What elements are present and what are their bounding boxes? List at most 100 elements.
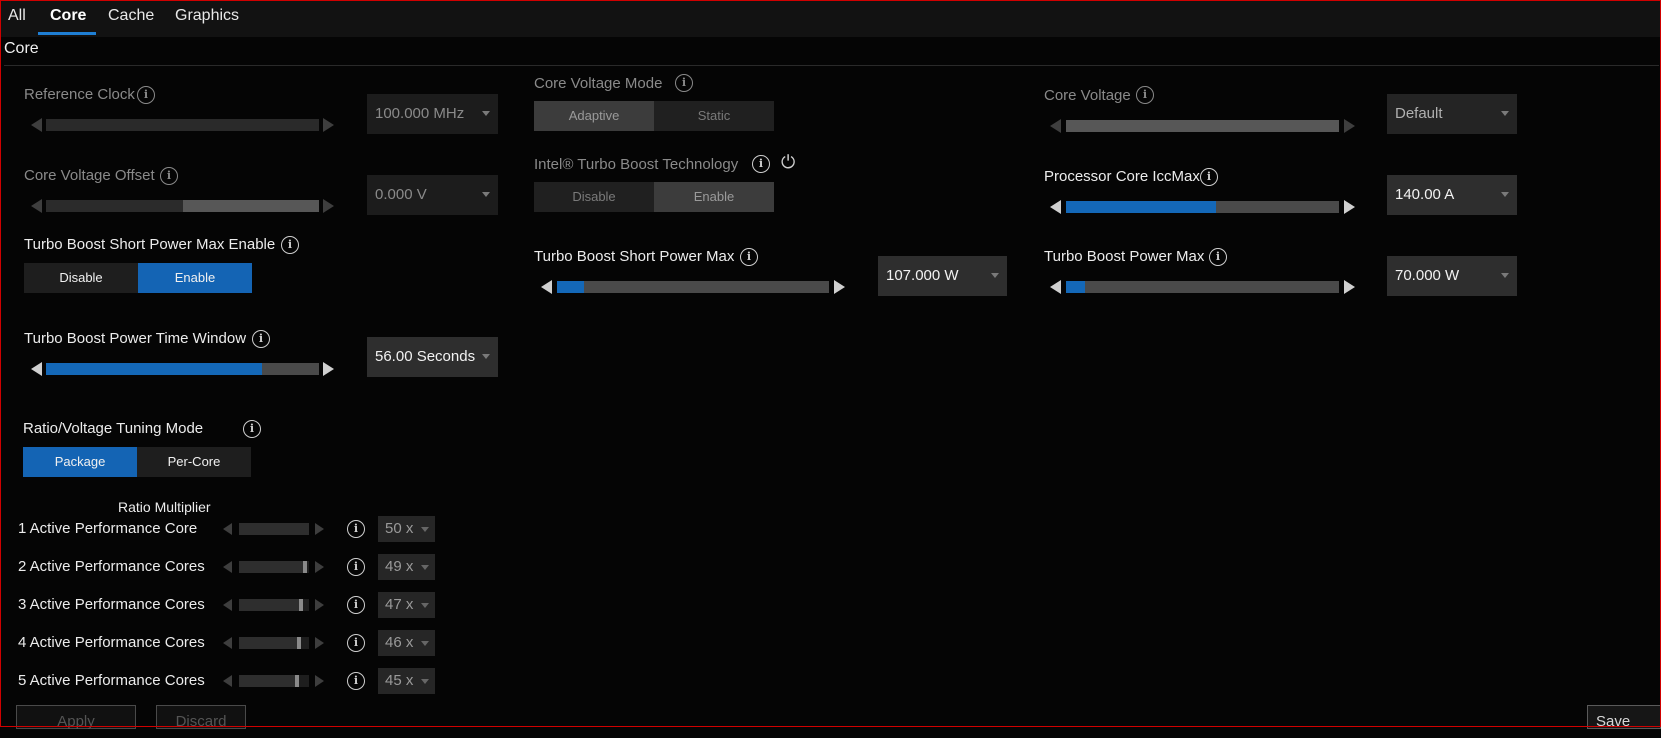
turbo-boost-technology-info-icon[interactable]: i	[752, 155, 770, 173]
ratio-slider[interactable]	[239, 523, 309, 535]
ratio-dropdown[interactable]: 50 x	[378, 516, 435, 542]
chevron-down-icon	[482, 354, 490, 359]
turbo-power-time-window-decrease-icon[interactable]	[31, 362, 42, 376]
adaptive-button[interactable]: Adaptive	[534, 101, 654, 131]
tab-core[interactable]: Core	[50, 7, 86, 25]
turbo-short-power-max-slider[interactable]	[557, 281, 829, 293]
processor-core-iccmax-increase-icon[interactable]	[1344, 200, 1355, 214]
turbo-power-max-info-icon[interactable]: i	[1209, 248, 1227, 266]
reference-clock-slider[interactable]	[46, 119, 319, 131]
ratio-increase-icon[interactable]	[315, 599, 324, 611]
processor-core-iccmax-decrease-icon[interactable]	[1050, 200, 1061, 214]
core-voltage-offset-increase-icon[interactable]	[323, 199, 334, 213]
turbo-power-time-window-info-icon[interactable]: i	[252, 330, 270, 348]
reference-clock-decrease-icon[interactable]	[31, 118, 42, 132]
ratio-slider-thumb[interactable]	[297, 637, 302, 649]
ratio-increase-icon[interactable]	[315, 523, 324, 535]
ratio-decrease-icon[interactable]	[223, 561, 232, 573]
processor-core-iccmax-info-icon[interactable]: i	[1200, 168, 1218, 186]
turbo-power-max-decrease-icon[interactable]	[1050, 280, 1061, 294]
ratio-value: 47 x	[385, 596, 414, 613]
core-voltage-decrease-icon[interactable]	[1050, 119, 1061, 133]
core-voltage-info-icon[interactable]: i	[1136, 86, 1154, 104]
chevron-down-icon	[482, 111, 490, 116]
tab-bar: All Core Cache Graphics	[1, 1, 1660, 37]
apply-button[interactable]: Apply	[16, 705, 136, 730]
turbo-power-max-label: Turbo Boost Power Max	[1044, 248, 1205, 265]
disable-button[interactable]: Disable	[24, 263, 138, 293]
save-button[interactable]: Save	[1587, 705, 1661, 730]
reference-clock-dropdown[interactable]: 100.000 MHz	[367, 94, 498, 134]
core-voltage-offset-decrease-icon[interactable]	[31, 199, 42, 213]
processor-core-iccmax-value: 140.00 A	[1395, 186, 1455, 203]
ratio-decrease-icon[interactable]	[223, 523, 232, 535]
active-tab-indicator	[38, 32, 96, 35]
reference-clock-increase-icon[interactable]	[323, 118, 334, 132]
turbo-short-power-max-info-icon[interactable]: i	[740, 248, 758, 266]
turbo-short-power-max-increase-icon[interactable]	[834, 280, 845, 294]
ratio-decrease-icon[interactable]	[223, 637, 232, 649]
core-voltage-offset-slider[interactable]	[46, 200, 319, 212]
ratio-slider-fill	[239, 561, 307, 573]
ratio-slider-thumb[interactable]	[295, 675, 300, 687]
ratio-info-icon[interactable]: i	[347, 672, 365, 690]
processor-core-iccmax-slider[interactable]	[1066, 201, 1339, 213]
disable-button[interactable]: Disable	[534, 182, 654, 212]
ratio-row-label: 4 Active Performance Cores	[18, 634, 205, 651]
ratio-dropdown[interactable]: 47 x	[378, 592, 435, 618]
ratio-info-icon[interactable]: i	[347, 596, 365, 614]
turbo-power-time-window-dropdown[interactable]: 56.00 Seconds	[367, 337, 498, 377]
ratio-increase-icon[interactable]	[315, 561, 324, 573]
core-voltage-offset-info-icon[interactable]: i	[160, 167, 178, 185]
turbo-power-time-window-increase-icon[interactable]	[323, 362, 334, 376]
ratio-decrease-icon[interactable]	[223, 599, 232, 611]
ratio-slider[interactable]	[239, 637, 309, 649]
core-voltage-increase-icon[interactable]	[1344, 119, 1355, 133]
core-voltage-dropdown[interactable]: Default	[1387, 94, 1517, 134]
ratio-info-icon[interactable]: i	[347, 520, 365, 538]
per-core-button[interactable]: Per-Core	[137, 447, 251, 477]
ratio-slider-thumb[interactable]	[299, 599, 304, 611]
ratio-dropdown[interactable]: 46 x	[378, 630, 435, 656]
discard-button[interactable]: Discard	[156, 705, 246, 730]
ratio-slider[interactable]	[239, 599, 309, 611]
turbo-short-power-max-decrease-icon[interactable]	[541, 280, 552, 294]
ratio-dropdown[interactable]: 45 x	[378, 668, 435, 694]
tuning-mode-toggle: Package Per-Core	[23, 447, 251, 477]
ratio-multiplier-title: Ratio Multiplier	[118, 499, 211, 515]
ratio-value: 46 x	[385, 634, 414, 651]
reference-clock-info-icon[interactable]: i	[137, 86, 155, 104]
turbo-power-time-window-slider[interactable]	[46, 363, 319, 375]
ratio-info-icon[interactable]: i	[347, 634, 365, 652]
tab-all[interactable]: All	[8, 7, 26, 25]
ratio-increase-icon[interactable]	[315, 637, 324, 649]
ratio-dropdown[interactable]: 49 x	[378, 554, 435, 580]
tuning-mode-info-icon[interactable]: i	[243, 420, 261, 438]
core-voltage-mode-info-icon[interactable]: i	[675, 74, 693, 92]
ratio-slider[interactable]	[239, 675, 309, 687]
ratio-decrease-icon[interactable]	[223, 675, 232, 687]
processor-core-iccmax-dropdown[interactable]: 140.00 A	[1387, 175, 1517, 215]
ratio-increase-icon[interactable]	[315, 675, 324, 687]
ratio-slider[interactable]	[239, 561, 309, 573]
core-voltage-value: Default	[1395, 105, 1443, 122]
enable-button[interactable]: Enable	[138, 263, 252, 293]
turbo-power-max-increase-icon[interactable]	[1344, 280, 1355, 294]
tab-graphics[interactable]: Graphics	[175, 7, 239, 25]
ratio-slider-thumb[interactable]	[302, 561, 307, 573]
turbo-power-max-slider[interactable]	[1066, 281, 1339, 293]
turbo-power-time-window-value: 56.00 Seconds	[375, 348, 476, 365]
turbo-short-power-max-enable-info-icon[interactable]: i	[281, 236, 299, 254]
tab-cache[interactable]: Cache	[108, 7, 154, 25]
turbo-power-max-dropdown[interactable]: 70.000 W	[1387, 256, 1517, 296]
core-voltage-label: Core Voltage	[1044, 87, 1131, 104]
ratio-info-icon[interactable]: i	[347, 558, 365, 576]
package-button[interactable]: Package	[23, 447, 137, 477]
enable-button[interactable]: Enable	[654, 182, 774, 212]
static-button[interactable]: Static	[654, 101, 774, 131]
core-voltage-offset-dropdown[interactable]: 0.000 V	[367, 175, 498, 215]
core-voltage-mode-label: Core Voltage Mode	[534, 75, 663, 92]
chevron-down-icon	[421, 603, 429, 608]
core-voltage-slider[interactable]	[1066, 120, 1339, 132]
turbo-short-power-max-dropdown[interactable]: 107.000 W	[878, 256, 1007, 296]
